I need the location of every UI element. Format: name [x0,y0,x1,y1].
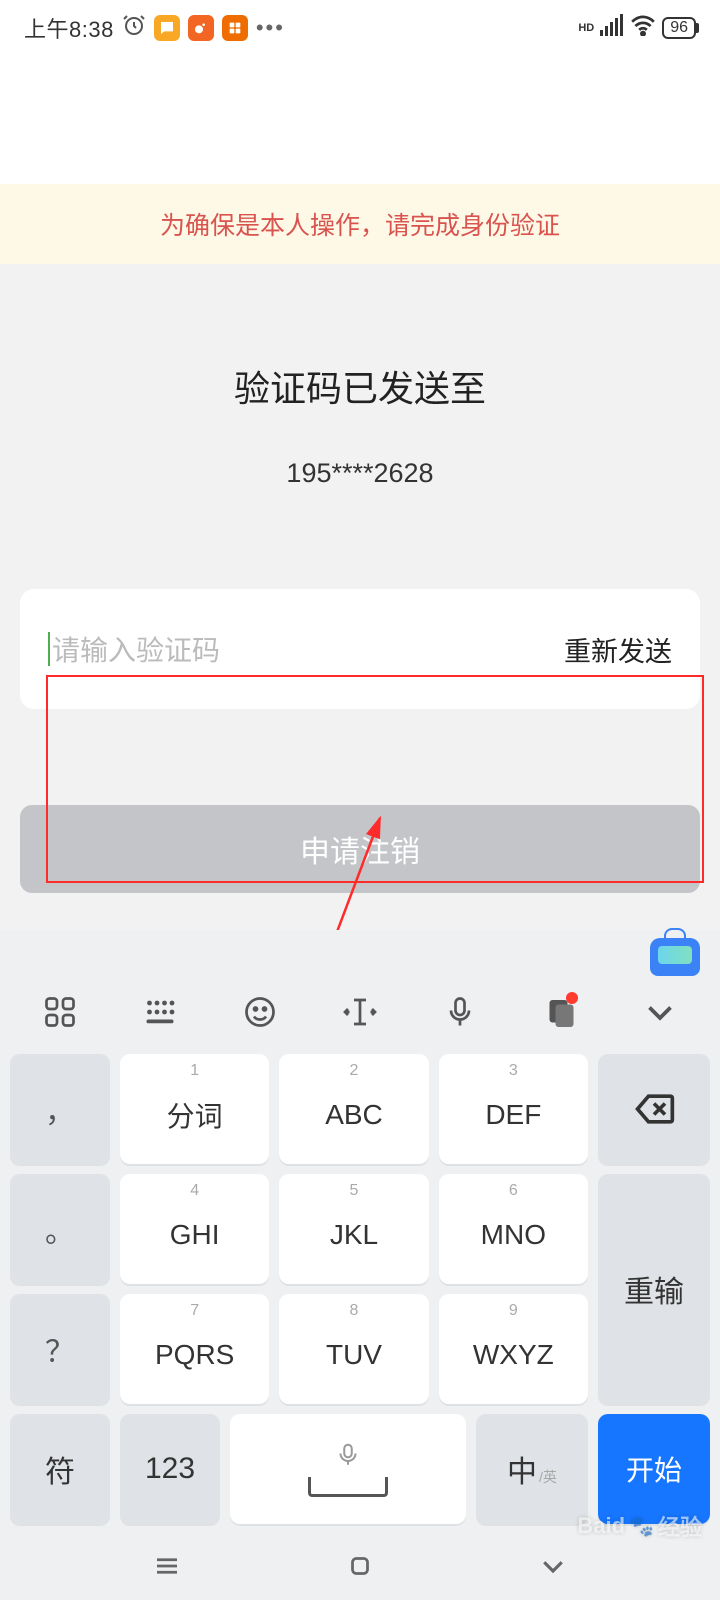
status-time: 上午8:38 [24,12,114,44]
key-4[interactable]: 4GHI [120,1174,269,1284]
battery-indicator: 96 [662,17,696,39]
code-placeholder: 请输入验证码 [52,629,220,669]
verification-title: 验证码已发送至 [0,360,720,412]
kb-collapse-icon[interactable] [636,994,684,1030]
kb-clipboard-icon[interactable] [536,994,584,1030]
key-9[interactable]: 9WXYZ [439,1294,588,1404]
weibo-icon [188,15,214,41]
key-symbol[interactable]: 符 [10,1414,110,1524]
more-icon: ••• [256,15,285,41]
key-2[interactable]: 2ABC [279,1054,428,1164]
watermark: Baid🐾经验 [577,1510,702,1542]
keyboard-mascot-row [0,934,720,976]
status-bar: 上午8:38 ••• HD 96 [0,0,720,56]
nav-home-icon[interactable] [345,1551,375,1586]
nav-back-icon[interactable] [538,1551,568,1586]
kb-cursor-icon[interactable] [336,994,384,1030]
masked-phone: 195****2628 [0,458,720,489]
key-retype[interactable]: 重输 [598,1174,710,1404]
key-start[interactable]: 开始 [598,1414,710,1524]
key-5[interactable]: 5JKL [279,1174,428,1284]
hd-label: HD [578,22,594,34]
code-input[interactable]: 请输入验证码 [48,629,564,669]
signal-icon [600,14,624,42]
key-3[interactable]: 3DEF [439,1054,588,1164]
nav-bar [0,1536,720,1600]
key-7[interactable]: 7PQRS [120,1294,269,1404]
code-input-card: 请输入验证码 重新发送 [20,589,700,709]
notification-dot [566,992,578,1004]
key-backspace[interactable] [598,1054,710,1164]
keyboard: ， 1分词 2ABC 3DEF 。 4GHI 5JKL 6MNO 重输 ？ 7P… [0,930,720,1600]
kb-mic-icon[interactable] [436,994,484,1030]
wifi-icon [630,14,656,42]
resend-button[interactable]: 重新发送 [564,630,672,669]
header-spacer [0,56,720,184]
key-question[interactable]: ？ [10,1294,110,1404]
key-number-mode[interactable]: 123 [120,1414,220,1524]
submit-button[interactable]: 申请注销 [20,805,700,893]
app-icon-1 [154,15,180,41]
ime-mascot-icon[interactable] [650,938,700,976]
notice-banner: 为确保是本人操作，请完成身份验证 [0,184,720,264]
key-language[interactable]: 中/英 [476,1414,588,1524]
nav-menu-icon[interactable] [152,1551,182,1586]
kb-keyboard-icon[interactable] [136,994,184,1030]
kb-emoji-icon[interactable] [236,994,284,1030]
key-comma[interactable]: ， [10,1054,110,1164]
alarm-icon [122,13,146,43]
key-1[interactable]: 1分词 [120,1054,269,1164]
key-6[interactable]: 6MNO [439,1174,588,1284]
key-period[interactable]: 。 [10,1174,110,1284]
text-cursor [48,632,50,666]
app-icon-3 [222,15,248,41]
kb-apps-icon[interactable] [36,994,84,1030]
key-space[interactable] [230,1414,466,1524]
keyboard-toolbar [0,976,720,1048]
key-8[interactable]: 8TUV [279,1294,428,1404]
